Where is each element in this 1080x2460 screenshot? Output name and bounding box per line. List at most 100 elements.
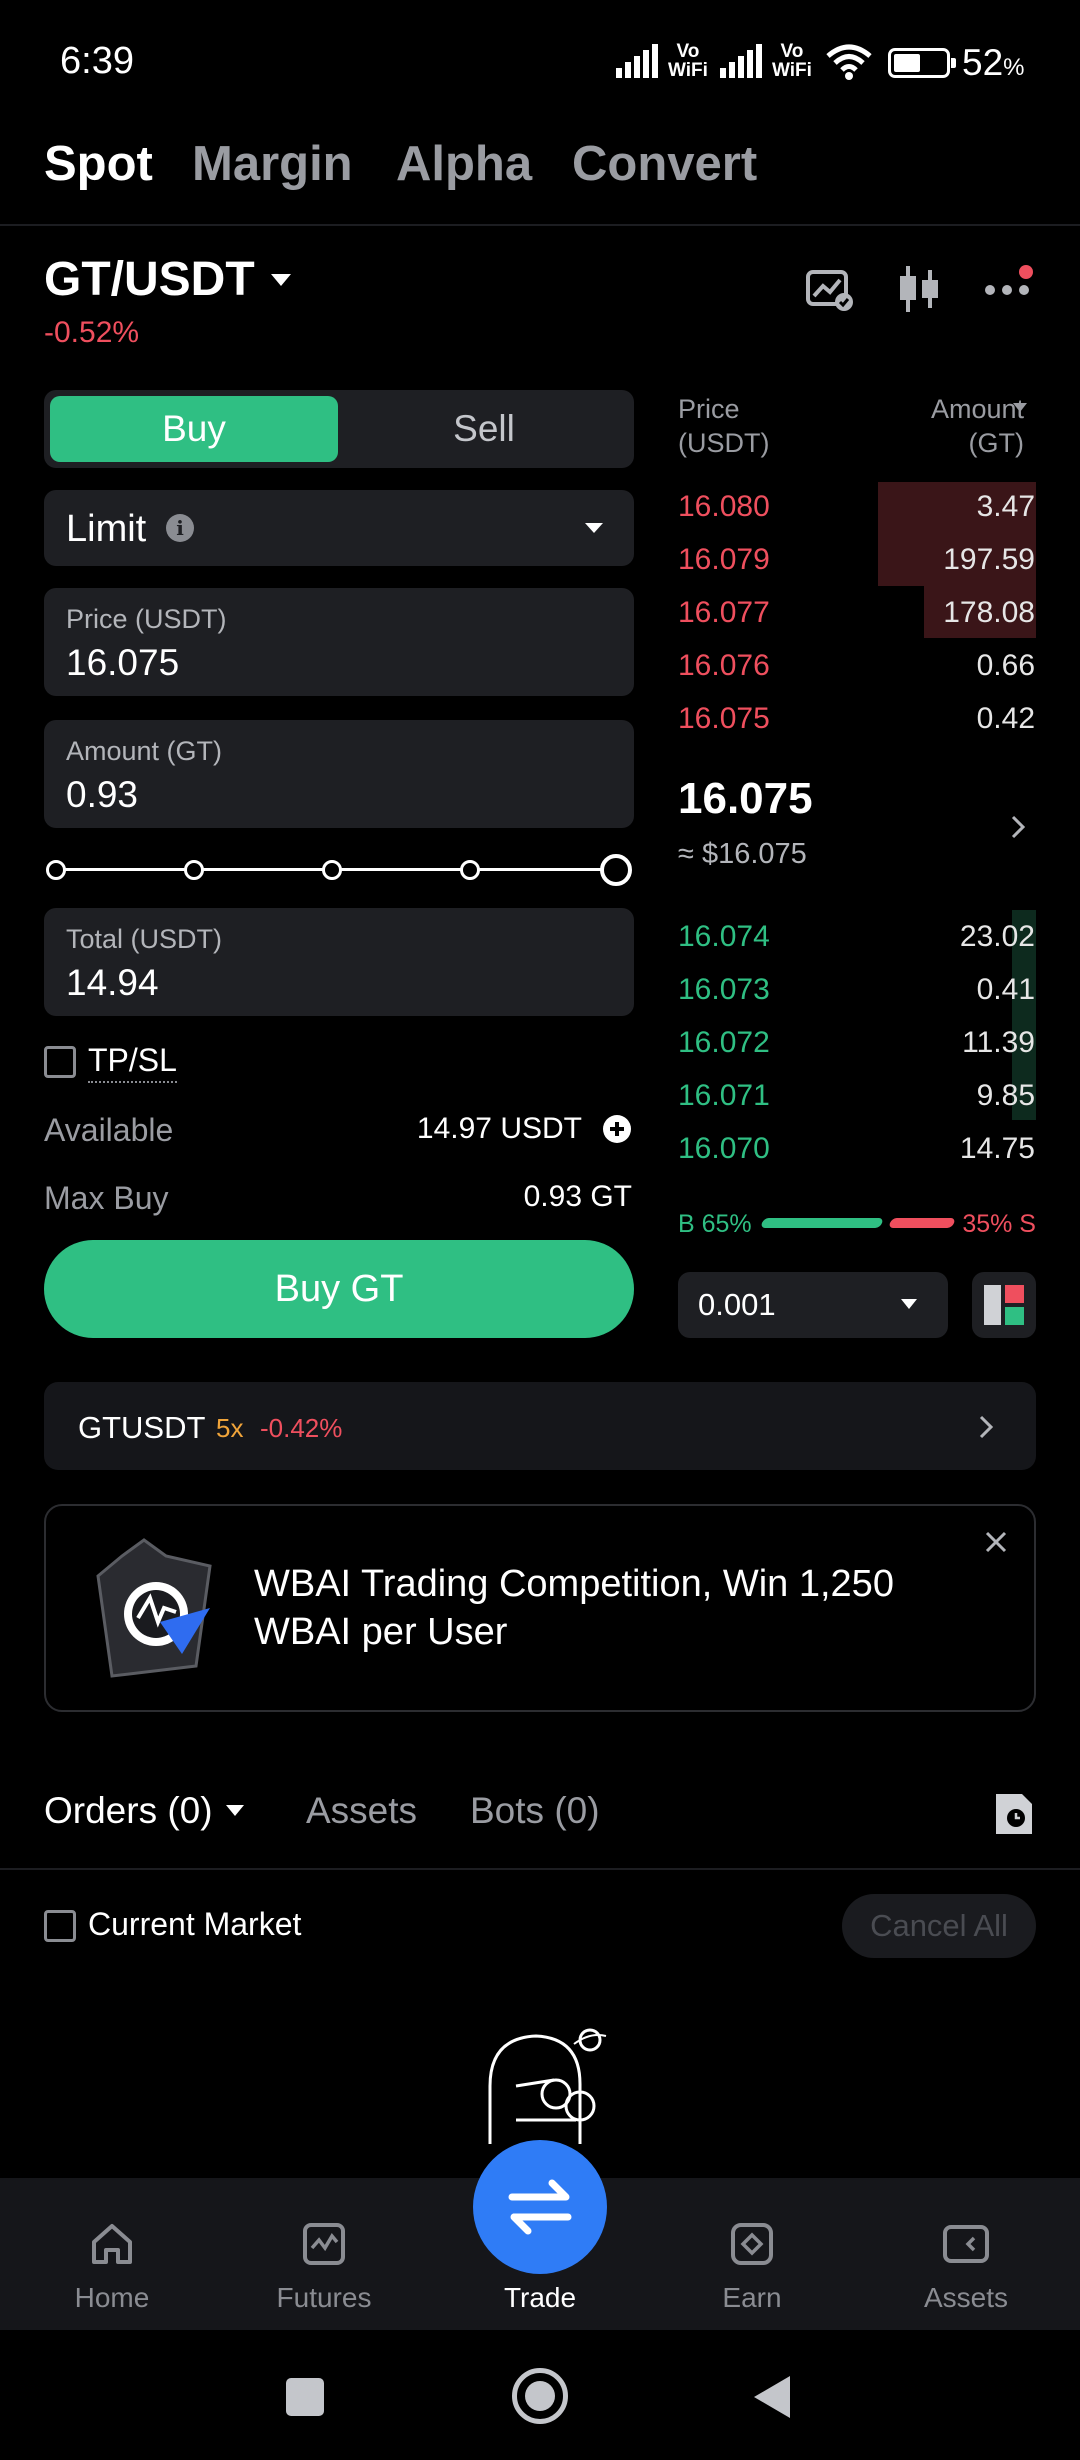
status-time: 6:39 (60, 40, 134, 82)
earn-icon (731, 2223, 773, 2265)
bid-price[interactable]: 16.074 (678, 920, 770, 954)
tab-alpha[interactable]: Alpha (396, 136, 532, 192)
maxbuy-label: Max Buy (44, 1180, 169, 1216)
order-type-select[interactable]: Limit i (44, 490, 634, 566)
current-market-checkbox[interactable] (44, 1910, 76, 1942)
divider (0, 1868, 1080, 1870)
slider-thumb[interactable] (600, 854, 632, 886)
bid-price[interactable]: 16.072 (678, 1026, 770, 1060)
vowifi-label-2: Vo WiFi (772, 41, 812, 81)
nav-trade[interactable]: Trade (450, 2140, 630, 2330)
promo-banner[interactable]: WBAI Trading Competition, Win 1,250 WBAI… (44, 1504, 1036, 1712)
bid-price[interactable]: 16.071 (678, 1079, 770, 1113)
buy-ratio-label: B 65% (678, 1210, 752, 1238)
amount-value[interactable]: 0.93 (66, 774, 138, 816)
tab-convert[interactable]: Convert (572, 136, 757, 192)
available-label: Available (44, 1112, 174, 1148)
tpsl-label[interactable]: TP/SL (88, 1042, 177, 1083)
close-icon[interactable] (984, 1530, 1008, 1554)
amount-label: Amount (GT) (66, 736, 223, 766)
order-type-value: Limit (66, 508, 147, 550)
tab-bots[interactable]: Bots (0) (470, 1790, 600, 1832)
ask-price[interactable]: 16.076 (678, 649, 770, 683)
futures-leverage: 5x (216, 1413, 244, 1443)
bid-amount: 9.85 (976, 1079, 1035, 1112)
status-bar: 6:39 Vo WiFi Vo WiFi 52% (0, 0, 1080, 130)
ask-price[interactable]: 16.077 (678, 596, 770, 630)
price-value[interactable]: 16.075 (66, 642, 179, 684)
slider-stop-0[interactable] (46, 860, 66, 880)
futures-link[interactable]: GTUSDT 5x -0.42% (44, 1382, 1036, 1470)
banner-text: WBAI Trading Competition, Win 1,250 WBAI… (254, 1563, 894, 1653)
trophy-icon (96, 1538, 212, 1678)
chevron-right-icon[interactable] (1010, 814, 1026, 840)
nav-futures[interactable]: Futures (234, 2178, 414, 2330)
tab-orders[interactable]: Orders (0) (44, 1790, 245, 1832)
tab-margin[interactable]: Margin (192, 136, 353, 192)
bid-amount: 23.02 (959, 920, 1035, 953)
empty-state-illustration (488, 2028, 607, 2144)
more-icon[interactable] (984, 264, 1036, 304)
add-funds-icon[interactable] (602, 1114, 632, 1144)
nav-home-label: Home (74, 2282, 150, 2313)
cancel-all-button[interactable]: Cancel All (842, 1894, 1036, 1958)
bid-amount: 14.75 (959, 1132, 1035, 1165)
slider-stop-50[interactable] (322, 860, 342, 880)
sell-tab[interactable]: Sell (340, 396, 628, 462)
slider-stop-25[interactable] (184, 860, 204, 880)
nav-earn[interactable]: Earn (662, 2178, 842, 2330)
ratio-buy-segment (760, 1218, 884, 1228)
book-layout-button[interactable] (972, 1272, 1036, 1338)
buy-gt-button[interactable]: Buy GT (44, 1240, 634, 1338)
slider-stop-75[interactable] (460, 860, 480, 880)
total-value[interactable]: 14.94 (66, 962, 159, 1004)
home-button[interactable] (512, 2368, 568, 2424)
precision-value: 0.001 (698, 1287, 776, 1322)
candlestick-icon[interactable] (896, 264, 942, 314)
ob-amount-header[interactable]: Amount (GT) (931, 392, 1024, 460)
ask-price[interactable]: 16.075 (678, 702, 770, 736)
last-price-usd: ≈ $16.075 (678, 838, 807, 870)
book-layout-icon (984, 1285, 1024, 1325)
tab-orders-label: Orders (0) (44, 1790, 213, 1831)
ask-amount: 0.42 (976, 702, 1035, 735)
bid-amount: 0.41 (976, 973, 1035, 1006)
amount-input[interactable]: Amount (GT) 0.93 (44, 720, 634, 828)
price-input[interactable]: Price (USDT) 16.075 (44, 588, 634, 696)
nav-home[interactable]: Home (22, 2178, 202, 2330)
amount-slider[interactable] (44, 852, 634, 888)
precision-select[interactable]: 0.001 (678, 1272, 948, 1338)
nav-assets[interactable]: Assets (876, 2178, 1056, 2330)
bid-price[interactable]: 16.070 (678, 1132, 770, 1166)
ratio-sell-segment (888, 1218, 956, 1228)
chart-alert-icon[interactable] (806, 268, 854, 312)
signal-icon (720, 44, 762, 78)
nav-futures-label: Futures (276, 2282, 372, 2313)
recents-button[interactable] (286, 2378, 324, 2416)
tab-assets[interactable]: Assets (306, 1790, 417, 1832)
nav-assets-label: Assets (923, 2282, 1009, 2313)
futures-symbol: GTUSDT (78, 1410, 206, 1445)
pair-selector[interactable]: GT/USDT (44, 252, 293, 307)
chevron-right-icon (979, 1415, 994, 1439)
last-price: 16.075 (678, 774, 813, 823)
ask-price[interactable]: 16.080 (678, 490, 770, 524)
ask-price[interactable]: 16.079 (678, 543, 770, 577)
bottom-nav: Home Futures Trade Earn Assets (0, 2140, 1080, 2330)
total-input[interactable]: Total (USDT) 14.94 (44, 908, 634, 1016)
caret-down-icon (901, 1299, 917, 1309)
side-toggle: Buy Sell (44, 390, 634, 468)
tpsl-checkbox[interactable] (44, 1046, 76, 1078)
ob-price-header: Price (USDT) (678, 394, 770, 458)
buy-tab[interactable]: Buy (50, 396, 338, 462)
tab-spot[interactable]: Spot (44, 136, 153, 192)
info-icon[interactable]: i (166, 514, 194, 542)
ask-amount: 178.08 (943, 596, 1035, 629)
nav-trade-label: Trade (503, 2282, 577, 2313)
back-button[interactable] (752, 2374, 792, 2420)
order-history-icon[interactable] (992, 1790, 1036, 1838)
bid-amount: 11.39 (962, 1026, 1035, 1059)
battery-icon (888, 48, 956, 78)
current-market-label[interactable]: Current Market (88, 1906, 301, 1943)
bid-price[interactable]: 16.073 (678, 973, 770, 1007)
